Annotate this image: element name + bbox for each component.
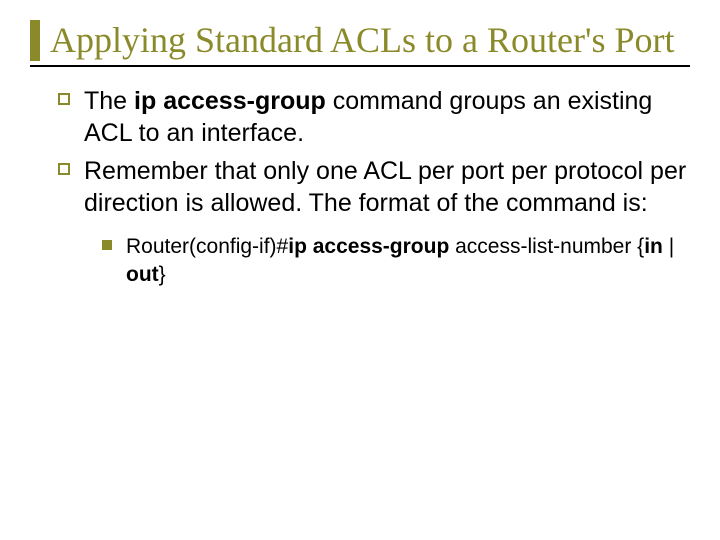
bullet-list: The ip access-group command groups an ex… — [30, 85, 690, 219]
text-segment: The — [84, 87, 134, 115]
text-segment: } — [159, 263, 166, 286]
bullet-text: Remember that only one ACL per port per … — [84, 155, 690, 219]
text-segment-bold: out — [126, 263, 159, 286]
text-segment-bold: ip access-group — [134, 87, 326, 115]
slide-title: Applying Standard ACLs to a Router's Por… — [50, 20, 674, 61]
text-segment: access-list-number { — [449, 235, 644, 258]
bullet-text: The ip access-group command groups an ex… — [84, 85, 690, 149]
title-block: Applying Standard ACLs to a Router's Por… — [30, 20, 690, 67]
list-item: Remember that only one ACL per port per … — [58, 155, 690, 219]
title-accent-bar — [30, 20, 40, 61]
list-item: The ip access-group command groups an ex… — [58, 85, 690, 149]
sub-bullet-list: Router(config-if)#ip access-group access… — [30, 233, 690, 288]
list-item: Router(config-if)#ip access-group access… — [102, 233, 690, 288]
square-outline-icon — [58, 93, 70, 105]
text-segment: | — [663, 235, 674, 258]
text-segment-bold: ip access-group — [288, 235, 449, 258]
text-segment-bold: in — [644, 235, 663, 258]
text-segment: Router(config-if)# — [126, 235, 288, 258]
sub-bullet-text: Router(config-if)#ip access-group access… — [126, 233, 690, 288]
square-outline-icon — [58, 163, 70, 175]
square-filled-icon — [102, 240, 112, 250]
